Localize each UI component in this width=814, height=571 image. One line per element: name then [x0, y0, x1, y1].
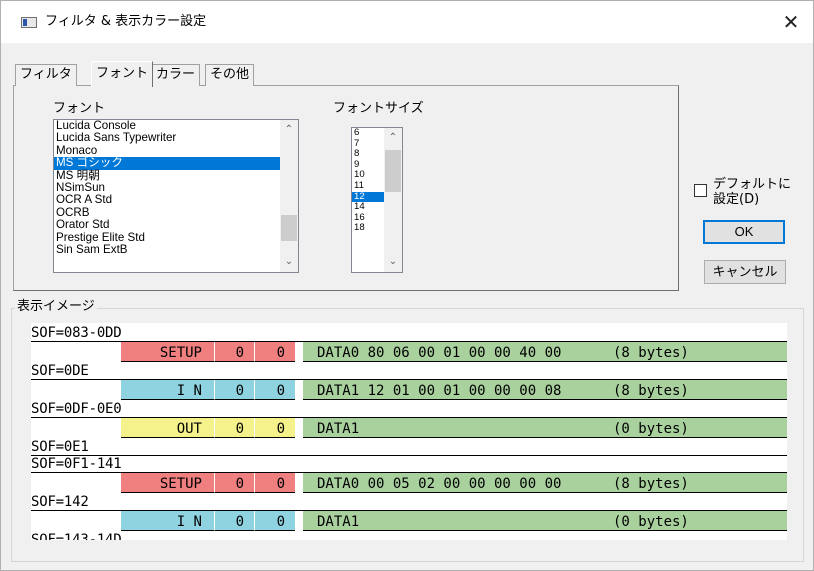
sof-label: SOF=0DE [31, 363, 89, 379]
preview-canvas: SOF=083-0DD SETUP 0 0 DATA0 80 06 00 01 00 0… [31, 323, 787, 540]
sof-label: SOF=142 [31, 494, 89, 510]
default-checkbox-label[interactable]: デフォルトに 設定(D) [713, 177, 791, 207]
font-size-label: フォントサイズ [333, 101, 424, 116]
chevron-up-icon[interactable]: ⌃ [384, 130, 402, 146]
sof-label: SOF=083-0DD [31, 325, 122, 341]
packet-data-text: DATA0 80 06 00 01 00 00 40 00 [317, 345, 562, 361]
default-checkbox[interactable] [694, 184, 707, 197]
scroll-thumb[interactable] [281, 215, 297, 241]
font-list-scrollbar[interactable]: ⌃ ⌄ [280, 120, 298, 272]
font-label: フォント [53, 101, 106, 116]
cancel-button[interactable]: キャンセル [704, 260, 786, 284]
title-bar: フィルタ & 表示カラー設定 ✕ [1, 1, 813, 43]
packet-token: OUT [121, 418, 215, 438]
window-icon [21, 17, 37, 28]
packet-bytes: (0 bytes) [613, 514, 689, 530]
packet-bytes: (8 bytes) [613, 383, 689, 399]
sof-label: SOF=0E1 [31, 439, 89, 455]
chevron-down-icon[interactable]: ⌄ [280, 254, 298, 270]
packet-token: I N [121, 511, 215, 531]
packet-data-text: DATA1 [317, 421, 360, 437]
preview-group-title: 表示イメージ [15, 299, 97, 315]
packet-data: DATA1 (0 bytes) [303, 511, 787, 531]
default-checkbox-label-line2: 設定(D) [713, 192, 760, 207]
chevron-up-icon[interactable]: ⌃ [280, 122, 298, 138]
font-list-item[interactable]: Orator Std [54, 218, 298, 231]
packet-field-b: 0 [255, 380, 295, 400]
packet-token: I N [121, 380, 215, 400]
font-size-listbox[interactable]: 6 7 8 9 10 11 12 14 16 18 ⌃ ⌄ [351, 127, 403, 273]
packet-field-b: 0 [255, 342, 295, 362]
font-list-item[interactable]: OCR A Std [54, 194, 298, 206]
window-title: フィルタ & 表示カラー設定 [45, 14, 207, 29]
packet-field-a: 0 [215, 342, 255, 362]
font-list-item[interactable]: Sin Sam ExtB [54, 243, 298, 256]
packet-data-text: DATA1 12 01 00 01 00 00 00 08 [317, 383, 562, 399]
packet-data-text: DATA1 [317, 514, 360, 530]
default-checkbox-label-line1: デフォルトに [713, 177, 792, 192]
scroll-thumb[interactable] [385, 150, 401, 192]
packet-field-a: 0 [215, 418, 255, 438]
sof-divider [31, 455, 787, 456]
tab-color[interactable]: カラー [151, 64, 201, 86]
packet-data: DATA1 12 01 00 01 00 00 00 08 (8 bytes) [303, 380, 787, 400]
tab-other[interactable]: その他 [205, 64, 255, 86]
packet-bytes: (0 bytes) [613, 421, 689, 437]
dialog-window: フィルタ & 表示カラー設定 ✕ フィルタ フォント カラー その他 フォント … [0, 0, 814, 571]
packet-field-a: 0 [215, 473, 255, 493]
font-list-item[interactable]: MS ゴシック [54, 156, 298, 170]
font-list-item[interactable]: Lucida Sans Typewriter [54, 132, 298, 144]
packet-token: SETUP [121, 342, 215, 362]
sof-label: SOF=0DF-0E0 [31, 401, 122, 417]
sof-label: SOF=143-14D [31, 532, 122, 540]
sof-label: SOF=0F1-141 [31, 456, 122, 472]
packet-data-text: DATA0 00 05 02 00 00 00 00 00 [317, 476, 562, 492]
packet-bytes: (8 bytes) [613, 476, 689, 492]
packet-data: DATA1 (0 bytes) [303, 418, 787, 438]
packet-field-b: 0 [255, 511, 295, 531]
font-list-items: Lucida Console Lucida Sans Typewriter Mona… [54, 120, 298, 256]
tab-font[interactable]: フォント [91, 61, 154, 87]
tab-filter[interactable]: フィルタ [15, 64, 77, 86]
packet-data: DATA0 00 05 02 00 00 00 00 00 (8 bytes) [303, 473, 787, 493]
packet-field-b: 0 [255, 473, 295, 493]
packet-bytes: (8 bytes) [613, 345, 689, 361]
packet-token: SETUP [121, 473, 215, 493]
packet-data: DATA0 80 06 00 01 00 00 40 00 (8 bytes) [303, 342, 787, 362]
ok-button[interactable]: OK [703, 220, 785, 244]
chevron-down-icon[interactable]: ⌄ [384, 254, 402, 270]
packet-field-b: 0 [255, 418, 295, 438]
size-list-scrollbar[interactable]: ⌃ ⌄ [384, 128, 402, 272]
packet-field-a: 0 [215, 380, 255, 400]
packet-field-a: 0 [215, 511, 255, 531]
font-listbox[interactable]: Lucida Console Lucida Sans Typewriter Mona… [53, 119, 299, 273]
close-icon[interactable]: ✕ [769, 1, 813, 43]
